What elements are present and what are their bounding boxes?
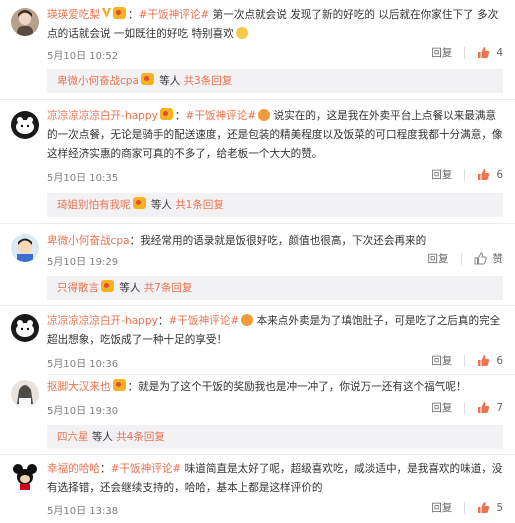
fan-badge-icon <box>140 73 154 85</box>
timestamp: 5月10日 10:52 <box>47 51 119 62</box>
divider <box>464 168 466 181</box>
divider <box>0 223 515 224</box>
thumbs-up-icon <box>478 402 490 413</box>
reply-summary[interactable]: 四六星 等人 共4条回复 <box>47 425 503 449</box>
reply-suffix: 等人 <box>150 199 172 211</box>
thumbs-up-icon <box>478 355 490 366</box>
comment-text: 卑微小何奋战cpa：我经常用的语录就是饭很好吃，颜值也很高，下次还会再来的 <box>47 235 427 247</box>
comment-body: 我经常用的语录就是饭很好吃，颜值也很高，下次还会再来的 <box>140 235 427 247</box>
reply-count[interactable]: 共4条回复 <box>116 431 165 443</box>
comment-body: 就是为了这个干饭的奖励我也是冲一冲了，你说万一还有这个福气呢！ <box>138 381 467 393</box>
divider <box>0 454 515 455</box>
fire-emoji-icon <box>258 109 271 121</box>
comment-text: 凉凉凉凉凉白开-happy：#干饭神评论# 本来点外卖是为了填饱肚子，可是吃了之… <box>47 314 501 346</box>
reply-count[interactable]: 共7条回复 <box>144 282 193 294</box>
fire-emoji-icon <box>241 314 254 326</box>
reply-user[interactable]: 四六星 <box>57 431 89 443</box>
reply-summary[interactable]: 只得散言 等人 共7条回复 <box>47 276 503 300</box>
like-button[interactable]: 6 <box>477 354 503 367</box>
smile-emoji-icon <box>235 27 248 39</box>
avatar[interactable] <box>11 111 39 139</box>
reply-user[interactable]: 只得散言 <box>57 282 99 294</box>
username[interactable]: 凉凉凉凉凉白开-happy <box>47 110 158 122</box>
like-count: 6 <box>496 168 503 181</box>
topic-tag[interactable]: #干饭神评论# <box>139 9 210 21</box>
fan-badge-icon <box>132 197 146 209</box>
fan-badge-icon <box>101 280 114 292</box>
timestamp: 5月10日 10:35 <box>47 173 119 184</box>
username[interactable]: 抠脚大汉来也 <box>47 381 111 393</box>
timestamp: 5月10日 19:29 <box>47 257 119 268</box>
username[interactable]: 瑛瑛爱吃梨 <box>47 9 100 21</box>
comment-text: 抠脚大汉来也 ：就是为了这个干饭的奖励我也是冲一冲了，你说万一还有这个福气呢！ <box>47 379 467 393</box>
avatar[interactable] <box>11 8 39 36</box>
divider <box>464 354 466 367</box>
divider <box>464 401 466 414</box>
reply-suffix: 等人 <box>91 431 113 443</box>
timestamp: 5月10日 13:38 <box>47 506 119 517</box>
reply-user[interactable]: 琦姐别怕有我呢 <box>57 199 131 211</box>
topic-tag[interactable]: #干饭神评论# <box>186 110 257 122</box>
reply-summary[interactable]: 卑微小何奋战cpa 等人 共3条回复 <box>47 69 503 93</box>
reply-button[interactable]: 回复 <box>431 500 452 515</box>
thumbs-up-icon <box>478 169 490 180</box>
reply-button[interactable]: 回复 <box>428 251 449 266</box>
like-label: 赞 <box>492 253 504 265</box>
comment-actions: 回复 7 <box>431 400 503 415</box>
reply-button[interactable]: 回复 <box>431 167 452 182</box>
fan-badge-icon <box>159 108 173 120</box>
vip-badge-icon <box>101 8 111 18</box>
username[interactable]: 凉凉凉凉凉白开-happy <box>47 315 158 327</box>
reply-button[interactable]: 回复 <box>431 400 452 415</box>
divider <box>464 501 466 514</box>
reply-count[interactable]: 共1条回复 <box>175 199 224 211</box>
topic-tag[interactable]: #干饭神评论# <box>169 315 240 327</box>
reply-summary[interactable]: 琦姐别怕有我呢 等人 共1条回复 <box>47 193 503 217</box>
fan-badge-icon <box>112 7 126 19</box>
comment-actions: 回复 6 <box>431 167 503 182</box>
avatar[interactable] <box>11 314 39 342</box>
comment-actions: 回复 赞 <box>428 251 504 266</box>
comment-actions: 回复 5 <box>431 500 503 515</box>
divider <box>464 46 466 59</box>
like-button[interactable]: 赞 <box>474 251 504 266</box>
comment-text: 幸福的哈哈：#干饭神评论# 味道简直是太好了呢，超级喜欢吃，咸淡适中，是我喜欢的… <box>47 463 503 494</box>
like-count: 5 <box>496 501 503 514</box>
like-button[interactable]: 7 <box>477 401 503 414</box>
like-count: 7 <box>496 401 503 414</box>
username[interactable]: 卑微小何奋战cpa <box>47 235 130 247</box>
divider <box>0 99 515 100</box>
thumbs-up-icon <box>474 252 487 265</box>
reply-button[interactable]: 回复 <box>431 353 452 368</box>
fan-badge-icon <box>112 379 126 391</box>
topic-tag[interactable]: #干饭神评论# <box>111 463 182 475</box>
thumbs-up-icon <box>478 502 490 513</box>
timestamp: 5月10日 10:36 <box>47 359 119 370</box>
avatar[interactable] <box>11 462 39 490</box>
divider <box>47 374 515 375</box>
divider <box>0 305 515 306</box>
comment-text: 凉凉凉凉凉白开-happy ：#干饭神评论# 说实在的，这是我在外卖平台上点餐以来… <box>47 108 503 160</box>
like-button[interactable]: 5 <box>477 501 503 514</box>
reply-count[interactable]: 共3条回复 <box>184 75 233 87</box>
reply-suffix: 等人 <box>119 282 141 294</box>
like-button[interactable]: 4 <box>477 46 503 59</box>
comment-feed: 瑛瑛爱吃梨 ：#干饭神评论# 第一次点就会说 发现了新的好吃的 以后就在你家住下了… <box>0 0 515 523</box>
comment-actions: 回复 6 <box>431 353 503 368</box>
timestamp: 5月10日 19:30 <box>47 406 119 417</box>
like-count: 6 <box>496 354 503 367</box>
reply-suffix: 等人 <box>159 75 181 87</box>
thumbs-up-icon <box>478 47 490 58</box>
avatar[interactable] <box>11 234 39 262</box>
username[interactable]: 幸福的哈哈 <box>47 463 100 475</box>
comment-text: 瑛瑛爱吃梨 ：#干饭神评论# 第一次点就会说 发现了新的好吃的 以后就在你家住下了… <box>47 7 499 40</box>
reply-user[interactable]: 卑微小何奋战cpa <box>57 75 139 87</box>
avatar[interactable] <box>11 380 39 408</box>
like-button[interactable]: 6 <box>477 168 503 181</box>
like-count: 4 <box>496 46 503 59</box>
reply-button[interactable]: 回复 <box>431 45 452 60</box>
comment-actions: 回复 4 <box>431 45 503 60</box>
divider <box>460 252 462 265</box>
